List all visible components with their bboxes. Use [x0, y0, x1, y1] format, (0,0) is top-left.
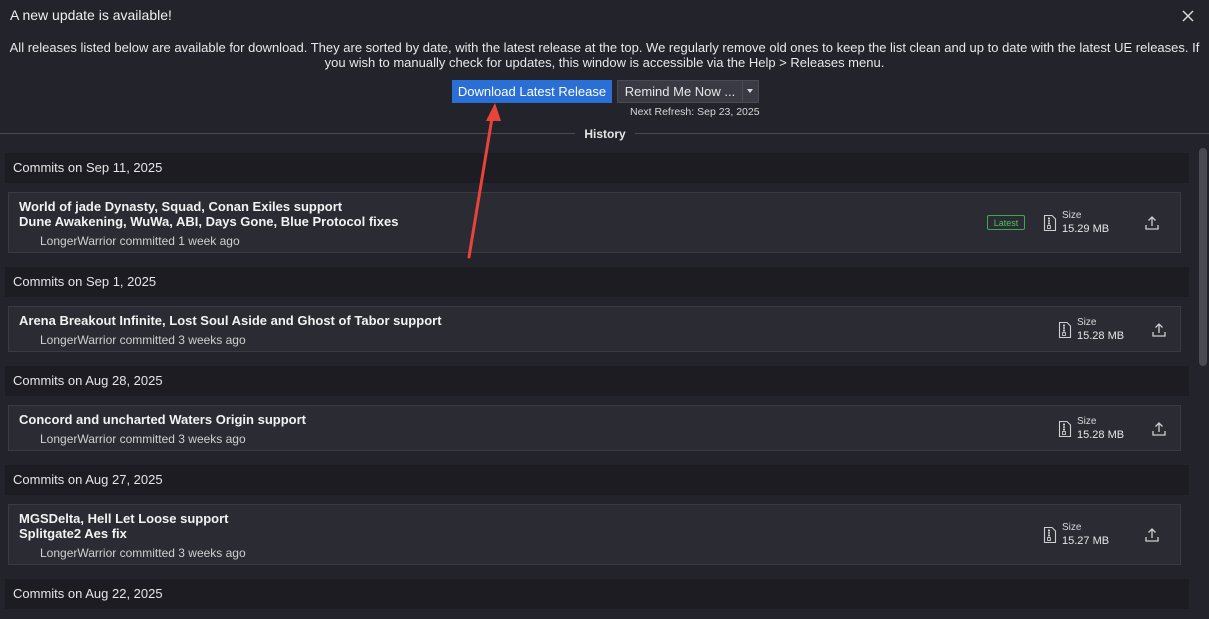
commit-author: LongerWarrior committed 3 weeks ago [40, 432, 246, 446]
file-zip-icon [1058, 321, 1072, 339]
file-zip-icon [1043, 214, 1057, 232]
next-refresh-text: Next Refresh: Sep 23, 2025 [630, 106, 760, 118]
group-header: Commits on Sep 11, 2025 [5, 153, 1189, 183]
size-label: Size [1062, 210, 1082, 221]
group-header: Commits on Aug 27, 2025 [5, 465, 1189, 495]
scrollbar-thumb[interactable] [1199, 148, 1207, 366]
commit-card[interactable]: Arena Breakout Infinite, Lost Soul Aside… [8, 306, 1181, 352]
close-icon[interactable] [1178, 6, 1198, 26]
chevron-down-icon[interactable] [743, 81, 758, 102]
size-label: Size [1077, 416, 1097, 427]
group-header: Commits on Sep 1, 2025 [5, 267, 1189, 297]
upload-icon[interactable] [1151, 421, 1167, 437]
commit-author: LongerWarrior committed 3 weeks ago [40, 546, 246, 560]
file-zip-icon [1058, 420, 1072, 438]
download-latest-button[interactable]: Download Latest Release [452, 80, 612, 103]
commit-title: MGSDelta, Hell Let Loose support [19, 511, 229, 526]
commit-author: LongerWarrior committed 3 weeks ago [40, 333, 246, 347]
release-list: Commits on Sep 11, 2025 World of jade Dy… [5, 153, 1189, 619]
commit-title: World of jade Dynasty, Squad, Conan Exil… [19, 199, 343, 214]
remind-me-split-button: Remind Me Now ... [617, 80, 759, 103]
commit-card[interactable]: World of jade Dynasty, Squad, Conan Exil… [8, 192, 1181, 253]
size-value: 15.27 MB [1062, 535, 1110, 547]
group-header: Commits on Aug 22, 2025 [5, 579, 1189, 609]
commit-title: Concord and uncharted Waters Origin supp… [19, 412, 306, 427]
window-title: A new update is available! [10, 7, 172, 23]
remind-me-button[interactable]: Remind Me Now ... [618, 81, 742, 102]
group-header: Commits on Aug 28, 2025 [5, 366, 1189, 396]
description-text: All releases listed below are available … [9, 40, 1200, 70]
commit-author: LongerWarrior committed 1 week ago [40, 234, 240, 248]
divider-left [0, 133, 575, 134]
commit-card[interactable]: Concord and uncharted Waters Origin supp… [8, 405, 1181, 451]
commit-title-line2: Dune Awakening, WuWa, ABI, Days Gone, Bl… [19, 214, 399, 229]
file-zip-icon [1043, 526, 1057, 544]
commit-title-line2: Splitgate2 Aes fix [19, 526, 127, 541]
latest-badge: Latest [987, 215, 1025, 230]
size-label: Size [1062, 522, 1082, 533]
title-bar: A new update is available! [0, 0, 1209, 32]
commit-title: Arena Breakout Infinite, Lost Soul Aside… [19, 313, 442, 328]
upload-icon[interactable] [1144, 215, 1160, 231]
history-label: History [584, 127, 626, 141]
upload-icon[interactable] [1144, 527, 1160, 543]
size-value: 15.28 MB [1077, 429, 1125, 441]
size-label: Size [1077, 317, 1097, 328]
divider-right [635, 133, 1209, 134]
size-value: 15.29 MB [1062, 223, 1110, 235]
commit-card[interactable]: MGSDelta, Hell Let Loose support Splitga… [8, 504, 1181, 565]
upload-icon[interactable] [1151, 322, 1167, 338]
size-value: 15.28 MB [1077, 330, 1125, 342]
